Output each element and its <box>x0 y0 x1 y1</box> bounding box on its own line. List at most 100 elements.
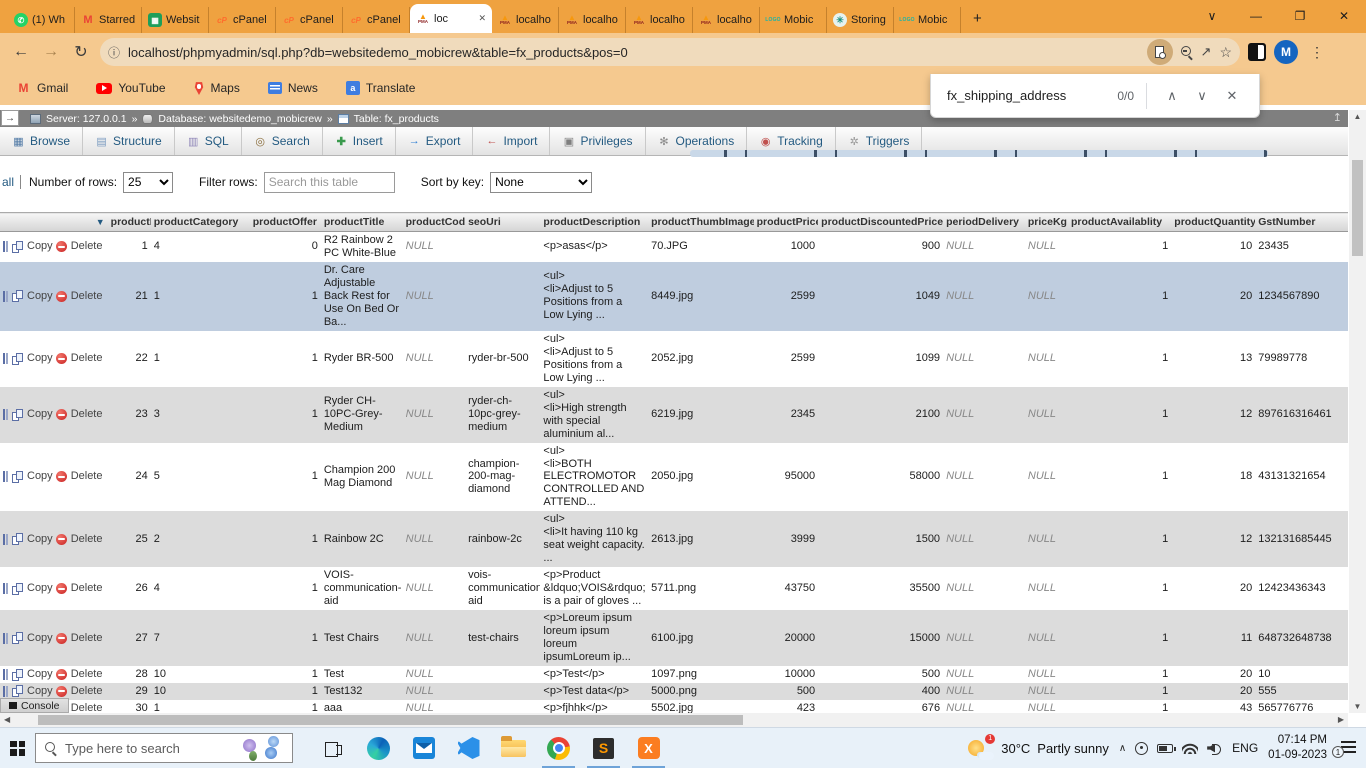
tab-close-icon[interactable]: ✕ <box>476 13 486 24</box>
column-header-productCategory[interactable]: productCategory <box>151 213 250 232</box>
row-copy-link[interactable]: Copy <box>12 582 53 595</box>
row-delete-link[interactable]: Delete <box>56 408 103 421</box>
wifi-icon[interactable] <box>1182 743 1198 754</box>
bookmark-youtube[interactable]: YouTube <box>96 81 165 95</box>
column-header-productTitle[interactable]: productTitle <box>321 213 403 232</box>
tab-search[interactable]: ◎Search <box>242 127 323 155</box>
battery-icon[interactable] <box>1157 744 1173 753</box>
column-header-productOffer[interactable]: productOffer <box>250 213 321 232</box>
tab-search-chevron-icon[interactable]: ∨ <box>1190 0 1234 33</box>
clock[interactable]: 07:14 PM 01-09-2023 <box>1268 733 1327 763</box>
edge-taskbar-button[interactable] <box>356 728 401 768</box>
horizontal-scroll-thumb[interactable] <box>38 715 743 725</box>
cpanel-3-tab[interactable]: cPcPanel <box>343 7 410 33</box>
zoom-icon[interactable] <box>1181 46 1193 58</box>
row-delete-link[interactable]: Delete <box>56 470 103 483</box>
side-panel-icon[interactable] <box>1248 43 1266 61</box>
tab-insert[interactable]: ✚Insert <box>323 127 396 155</box>
horizontal-scrollbar[interactable]: ◀ ▶ <box>0 713 1348 727</box>
sync-icon[interactable] <box>1135 742 1148 755</box>
row-delete-link[interactable]: Delete <box>56 352 103 365</box>
filter-input[interactable] <box>264 172 395 193</box>
profile-avatar[interactable]: M <box>1274 40 1298 64</box>
column-header-productDescription[interactable]: productDescription <box>540 213 648 232</box>
scroll-up-icon[interactable]: ▲ <box>1349 112 1366 121</box>
whatsapp-tab[interactable]: ✆(1) Wh <box>8 7 75 33</box>
tab-browse[interactable]: ▦Browse <box>0 127 83 155</box>
row-copy-link[interactable]: Copy <box>12 240 53 253</box>
phpmyadmin-2-tab[interactable]: ▲PMAlocalho <box>492 7 559 33</box>
column-header-productDiscountedPrice[interactable]: productDiscountedPrice <box>818 213 943 232</box>
find-query[interactable]: fx_shipping_address <box>947 88 1117 103</box>
vertical-scrollbar[interactable]: ▲ ▼ <box>1349 110 1366 713</box>
menu-dots-icon[interactable]: ⋮ <box>1306 44 1328 61</box>
scroll-left-icon[interactable]: ◀ <box>4 715 10 724</box>
tab-sql[interactable]: ▥SQL <box>175 127 242 155</box>
bookmark-news[interactable]: News <box>268 81 318 95</box>
previous-match-icon[interactable]: ∧ <box>1157 88 1187 104</box>
scroll-to-top-icon[interactable]: ↥ <box>1333 111 1342 124</box>
row-copy-link[interactable]: Copy <box>12 352 53 365</box>
vertical-scroll-thumb[interactable] <box>1352 160 1363 256</box>
breadcrumb-server[interactable]: Server: 127.0.0.1 <box>46 113 127 125</box>
share-icon[interactable]: ↗ <box>1201 44 1212 60</box>
taskbar-search[interactable]: Type here to search <box>35 733 293 763</box>
row-delete-link[interactable]: Delete <box>56 582 103 595</box>
find-bar[interactable]: fx_shipping_address 0/0 ∧ ∨ ✕ <box>930 74 1260 118</box>
phpmyadmin-4-tab[interactable]: ▲PMAlocalho <box>626 7 693 33</box>
row-delete-link[interactable]: Delete <box>56 685 103 698</box>
column-header-productPrice[interactable]: productPrice <box>754 213 819 232</box>
breadcrumb-table[interactable]: Table: fx_products <box>354 113 439 125</box>
column-header-periodDelivery[interactable]: periodDelivery <box>943 213 1025 232</box>
reload-icon[interactable]: ↻ <box>70 42 92 62</box>
show-all-link[interactable]: all <box>2 175 14 189</box>
row-delete-link[interactable]: Delete <box>56 668 103 681</box>
bookmark-gmail[interactable]: MGmail <box>16 81 68 96</box>
task-view-taskbar-button[interactable] <box>311 728 356 768</box>
chatgpt-storing-tab[interactable]: ✳Storing <box>827 7 894 33</box>
sublime-taskbar-button[interactable]: S <box>581 728 626 768</box>
site-info-icon[interactable]: ⓘ <box>108 44 120 61</box>
address-bar[interactable]: ⓘ localhost/phpmyadmin/sql.php?db=websit… <box>100 38 1240 66</box>
weather-widget[interactable]: 1 30°C Partly sunny <box>967 736 1109 761</box>
column-header-productThumbImage[interactable]: productThumbImage <box>648 213 754 232</box>
bookmark-star-icon[interactable]: ☆ <box>1219 44 1232 61</box>
frame-nav-arrow-icon[interactable]: → <box>1 110 19 126</box>
phpmyadmin-5-tab[interactable]: ▲PMAlocalho <box>693 7 760 33</box>
notification-center-icon[interactable]: 1 <box>1341 741 1356 755</box>
column-header-GstNumber[interactable]: GstNumber <box>1255 213 1348 232</box>
row-copy-link[interactable]: Copy <box>12 290 53 303</box>
column-header-productQuantity[interactable]: productQuantity <box>1171 213 1255 232</box>
back-icon[interactable]: ← <box>10 43 32 61</box>
row-copy-link[interactable]: Copy <box>12 408 53 421</box>
language-indicator[interactable]: ENG <box>1232 741 1258 755</box>
minimize-icon[interactable]: — <box>1234 0 1278 33</box>
row-delete-link[interactable]: Delete <box>56 632 103 645</box>
column-header-productCode[interactable]: productCode <box>403 213 465 232</box>
row-copy-link[interactable]: Copy <box>12 533 53 546</box>
close-find-icon[interactable]: ✕ <box>1217 88 1247 104</box>
console-tab[interactable]: Console <box>0 698 69 713</box>
column-header-productID[interactable]: productID <box>108 213 151 232</box>
row-delete-link[interactable]: Delete <box>56 533 103 546</box>
row-copy-link[interactable]: Copy <box>12 470 53 483</box>
sort-select[interactable]: None <box>490 172 592 193</box>
gmail-starred-tab[interactable]: MStarred <box>75 7 142 33</box>
cpanel-1-tab[interactable]: cPcPanel <box>209 7 276 33</box>
column-header-productAvailablity[interactable]: productAvailablity <box>1068 213 1171 232</box>
column-options-arrow-icon[interactable]: ▼ <box>96 217 105 227</box>
hidden-icons-chevron-icon[interactable]: ∧ <box>1119 743 1126 754</box>
close-icon[interactable]: ✕ <box>1322 0 1366 33</box>
mobicrew-1-tab[interactable]: LOGOMobic <box>760 7 827 33</box>
next-match-icon[interactable]: ∨ <box>1187 88 1217 104</box>
row-copy-link[interactable]: Copy <box>12 685 53 698</box>
forward-icon[interactable]: → <box>40 43 62 61</box>
column-header-priceKg[interactable]: priceKg <box>1025 213 1068 232</box>
cpanel-2-tab[interactable]: cPcPanel <box>276 7 343 33</box>
xampp-taskbar-button[interactable]: X <box>626 728 671 768</box>
row-copy-link[interactable]: Copy <box>12 632 53 645</box>
row-delete-link[interactable]: Delete <box>56 240 103 253</box>
search-highlight-flowers-image[interactable] <box>241 735 283 761</box>
row-copy-link[interactable]: Copy <box>12 668 53 681</box>
phpmyadmin-active-tab[interactable]: ▲PMAloc✕ <box>410 4 492 33</box>
